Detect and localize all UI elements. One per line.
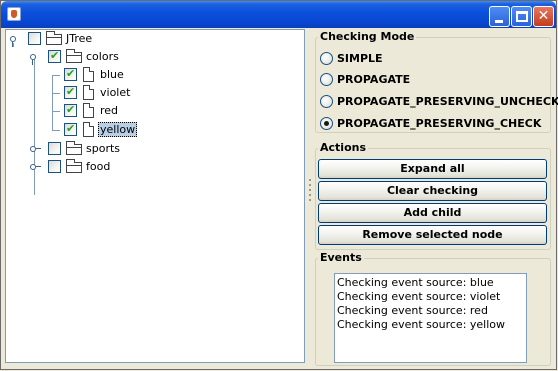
divider-grip-icon — [309, 194, 311, 196]
radio-simple[interactable]: SIMPLE — [320, 50, 540, 68]
radio-button[interactable] — [320, 73, 333, 86]
radio-label[interactable]: PROPAGATE_PRESERVING_UNCHECK — [337, 95, 558, 108]
tree-node-label[interactable]: sports — [86, 142, 120, 155]
tree-node-food[interactable]: food — [30, 158, 150, 176]
file-icon — [83, 85, 94, 100]
divider-grip-icon — [309, 199, 311, 201]
event-log-line: Checking event source: blue — [337, 276, 494, 289]
tree-node-violet[interactable]: violet — [64, 84, 184, 102]
tree-node-checkbox[interactable] — [48, 160, 61, 173]
tree-connector — [52, 130, 60, 131]
collapsed-handle-icon[interactable] — [30, 163, 41, 172]
checkbox-tree[interactable]: JTree colors blue violet red — [5, 29, 305, 363]
divider-grip-icon — [309, 179, 311, 181]
minimize-button[interactable] — [489, 6, 510, 27]
actions-title: Actions — [318, 141, 368, 154]
expanded-handle-icon[interactable] — [10, 35, 19, 47]
remove-selected-node-button[interactable]: Remove selected node — [318, 225, 547, 245]
folder-icon — [66, 141, 82, 155]
file-icon — [83, 67, 94, 82]
tree-node-checkbox[interactable] — [64, 85, 77, 99]
minimize-icon — [495, 20, 503, 23]
folder-icon — [66, 159, 82, 173]
clear-checking-button[interactable]: Clear checking — [318, 181, 547, 201]
tree-root-label[interactable]: JTree — [66, 32, 92, 45]
maximize-button[interactable] — [511, 6, 532, 27]
collapsed-handle-icon[interactable] — [30, 145, 41, 154]
event-log-line: Checking event source: red — [337, 304, 488, 317]
application-window: ✕ JTree colors — [0, 0, 558, 371]
maximize-icon — [516, 11, 528, 22]
title-bar[interactable]: ✕ — [1, 1, 556, 28]
tree-node-checkbox[interactable] — [64, 103, 77, 117]
java-app-icon[interactable] — [7, 7, 21, 21]
add-child-button[interactable]: Add child — [318, 203, 547, 223]
tree-node-blue[interactable]: blue — [64, 66, 184, 84]
radio-button[interactable] — [320, 52, 333, 65]
tree-node-checkbox[interactable] — [48, 49, 61, 63]
tree-connector — [52, 111, 60, 112]
tree-connector — [52, 75, 60, 76]
tree-node-label[interactable]: colors — [86, 50, 119, 63]
radio-label[interactable]: PROPAGATE_PRESERVING_CHECK — [337, 117, 541, 130]
tree-node-label[interactable]: blue — [100, 68, 124, 81]
tree-node-sports[interactable]: sports — [30, 140, 150, 158]
radio-propagate-preserving-check[interactable]: PROPAGATE_PRESERVING_CHECK — [320, 115, 545, 133]
divider-grip-icon — [309, 189, 311, 191]
event-log-line: Checking event source: violet — [337, 290, 501, 303]
folder-icon — [66, 49, 82, 63]
tree-node-red[interactable]: red — [64, 102, 184, 120]
tree-node-colors[interactable]: colors — [30, 48, 150, 66]
radio-button[interactable] — [320, 95, 333, 108]
tree-node-checkbox[interactable] — [64, 67, 77, 81]
tree-node-label[interactable]: violet — [100, 86, 130, 99]
radio-label[interactable]: PROPAGATE — [337, 73, 410, 86]
tree-node-label[interactable]: red — [100, 104, 118, 117]
tree-node-checkbox[interactable] — [64, 122, 77, 136]
close-icon: ✕ — [537, 8, 550, 24]
radio-propagate[interactable]: PROPAGATE — [320, 71, 540, 89]
expanded-handle-icon[interactable] — [30, 53, 39, 65]
tree-node-yellow[interactable]: yellow — [64, 121, 184, 139]
folder-icon — [46, 31, 62, 45]
file-icon — [83, 122, 94, 137]
radio-button-selected[interactable] — [320, 117, 333, 130]
expand-all-button[interactable]: Expand all — [318, 159, 547, 179]
tree-connector — [52, 75, 53, 131]
tree-node-label[interactable]: food — [86, 160, 110, 173]
split-pane-divider[interactable] — [307, 29, 313, 363]
checking-mode-title: Checking Mode — [318, 30, 417, 43]
divider-grip-icon — [309, 184, 311, 186]
close-button[interactable]: ✕ — [533, 6, 554, 27]
radio-label[interactable]: SIMPLE — [337, 52, 383, 65]
tree-root-row[interactable]: JTree — [10, 30, 130, 48]
tree-node-checkbox[interactable] — [48, 142, 61, 155]
file-icon — [83, 103, 94, 118]
tree-root-checkbox[interactable] — [28, 32, 41, 45]
events-title: Events — [318, 251, 364, 264]
tree-connector — [52, 93, 60, 94]
events-log-textarea[interactable]: Checking event source: blue Checking eve… — [334, 273, 527, 363]
radio-propagate-preserving-uncheck[interactable]: PROPAGATE_PRESERVING_UNCHECK — [320, 93, 558, 111]
tree-node-label-selected[interactable]: yellow — [98, 122, 138, 137]
event-log-line: Checking event source: yellow — [337, 318, 506, 331]
